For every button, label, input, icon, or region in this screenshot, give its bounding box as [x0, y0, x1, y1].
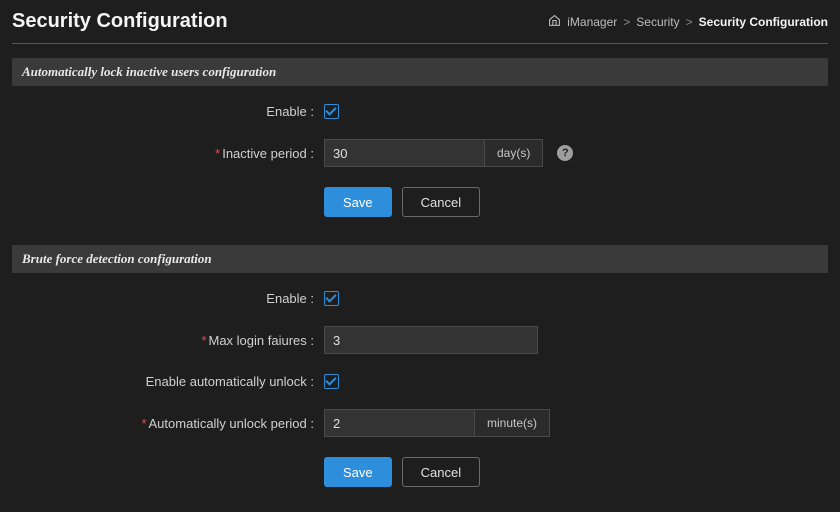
breadcrumb-current: Security Configuration [699, 15, 828, 29]
enable-auto-unlock-checkbox[interactable] [324, 374, 339, 389]
section-header-auto-lock: Automatically lock inactive users config… [12, 58, 828, 86]
breadcrumb: iManager > Security > Security Configura… [548, 14, 828, 30]
page-title: Security Configuration [12, 10, 228, 33]
required-marker: * [215, 146, 220, 161]
section-header-brute-force: Brute force detection configuration [12, 245, 828, 273]
max-failures-label: Max login faiures : [209, 333, 315, 348]
cancel-button[interactable]: Cancel [402, 457, 480, 487]
required-marker: * [141, 416, 146, 431]
unlock-period-unit: minute(s) [474, 409, 550, 437]
required-marker: * [201, 333, 206, 348]
unlock-period-label: Automatically unlock period : [149, 416, 314, 431]
help-icon[interactable]: ? [557, 145, 573, 161]
header-divider [12, 43, 828, 44]
inactive-period-label: Inactive period : [222, 146, 314, 161]
enable-label: Enable : [12, 291, 324, 306]
chevron-right-icon: > [686, 15, 693, 29]
unlock-period-input[interactable] [324, 409, 474, 437]
enable-auto-lock-checkbox[interactable] [324, 104, 339, 119]
cancel-button[interactable]: Cancel [402, 187, 480, 217]
breadcrumb-security[interactable]: Security [636, 15, 679, 29]
chevron-right-icon: > [623, 15, 630, 29]
home-icon[interactable] [548, 14, 561, 30]
inactive-period-input[interactable] [324, 139, 484, 167]
auto-unlock-label: Enable automatically unlock : [12, 374, 324, 389]
enable-brute-force-checkbox[interactable] [324, 291, 339, 306]
save-button[interactable]: Save [324, 187, 392, 217]
enable-label: Enable : [12, 104, 324, 119]
save-button[interactable]: Save [324, 457, 392, 487]
inactive-period-unit: day(s) [484, 139, 543, 167]
max-failures-input[interactable] [324, 326, 538, 354]
breadcrumb-root[interactable]: iManager [567, 15, 617, 29]
